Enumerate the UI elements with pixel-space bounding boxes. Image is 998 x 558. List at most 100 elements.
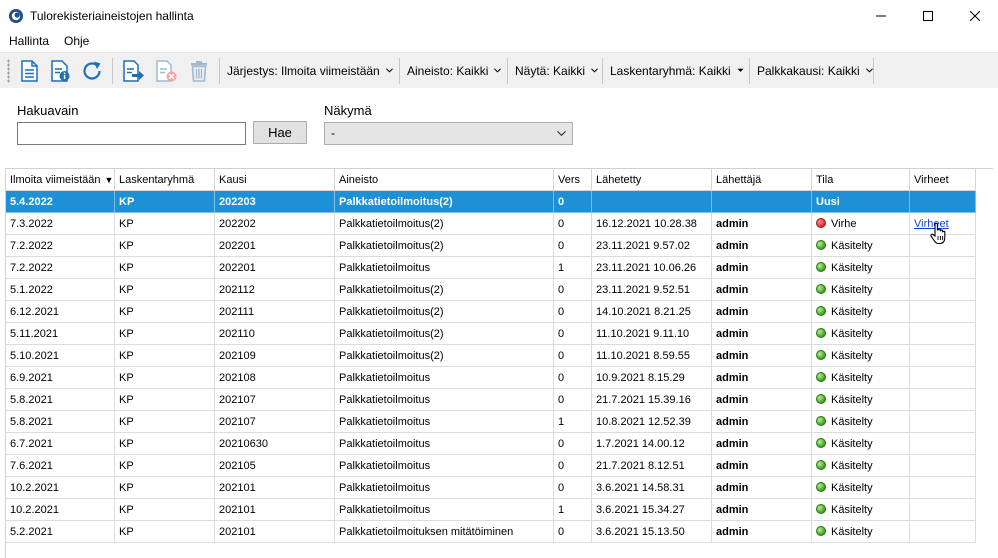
cell-material: Palkkatietoilmoitus: [335, 411, 554, 433]
cell-calculation-group: KP: [115, 191, 215, 213]
table-row[interactable]: 6.12.2021 KP 202111 Palkkatietoilmoitus(2) 0…: [6, 301, 976, 323]
cell-text: 202112: [219, 284, 255, 296]
cell-sender: admin: [712, 521, 812, 543]
cell-sent: 23.11.2021 9.57.02: [592, 235, 712, 257]
cell-text: Käsitelty: [831, 460, 873, 472]
pay-period-dropdown[interactable]: Palkkakausi: Kaikki: [757, 64, 873, 78]
cell-status: Käsitelty: [812, 367, 910, 389]
table-row[interactable]: 5.8.2021 KP 202107 Palkkatietoilmoitus 0 21.7…: [6, 389, 976, 411]
menu-hallinta[interactable]: Hallinta: [9, 34, 49, 48]
close-button[interactable]: [952, 0, 998, 32]
cell-text: 202201: [219, 240, 256, 252]
cell-sent: 23.11.2021 10.06.26: [592, 257, 712, 279]
cell-material: Palkkatietoilmoitus(2): [335, 279, 554, 301]
menu-ohje[interactable]: Ohje: [64, 34, 89, 48]
table-row[interactable]: 10.2.2021 KP 202101 Palkkatietoilmoitus 0 3.6…: [6, 477, 976, 499]
table-row[interactable]: 7.6.2021 KP 202105 Palkkatietoilmoitus 0 21.7…: [6, 455, 976, 477]
table-row[interactable]: 7.2.2022 KP 202201 Palkkatietoilmoitus(2) 0 2…: [6, 235, 976, 257]
header-col-due-date[interactable]: Ilmoita viimeistään ▼: [6, 169, 115, 191]
show-label: Näytä: Kaikki: [515, 64, 586, 78]
table-row[interactable]: 6.9.2021 KP 202108 Palkkatietoilmoitus 0 10.9…: [6, 367, 976, 389]
minimize-button[interactable]: [858, 0, 904, 32]
cell-text: 0: [558, 284, 565, 296]
export-document-icon[interactable]: [120, 58, 146, 84]
cell-text: admin: [716, 438, 749, 450]
search-input[interactable]: [17, 122, 246, 145]
cell-text: 5.4.2022: [10, 196, 53, 208]
cell-calculation-group: KP: [115, 345, 215, 367]
ok-status-icon: [816, 504, 826, 514]
material-dropdown[interactable]: Aineisto: Kaikki: [407, 64, 502, 78]
document-info-icon[interactable]: [47, 58, 73, 84]
cell-due-date: 7.2.2022: [6, 235, 115, 257]
cell-text: admin: [716, 240, 749, 252]
cell-text: Palkkatietoilmoitus: [339, 394, 431, 406]
cell-sent: 3.6.2021 14.58.31: [592, 477, 712, 499]
cell-text: Palkkatietoilmoitus: [339, 416, 431, 428]
cell-status: Käsitelty: [812, 433, 910, 455]
header-col-sent[interactable]: Lähetetty: [592, 169, 712, 191]
cell-version: 1: [554, 257, 592, 279]
table-row[interactable]: 7.3.2022 KP 202202 Palkkatietoilmoitus(2) 0 1…: [6, 213, 976, 235]
window-title: Tulorekisteriaineistojen hallinta: [30, 9, 194, 23]
table-row[interactable]: 5.10.2021 KP 202109 Palkkatietoilmoitus(2) 0…: [6, 345, 976, 367]
cell-text: 202101: [219, 482, 256, 494]
cell-text: 202108: [219, 372, 256, 384]
maximize-button[interactable]: [905, 0, 951, 32]
cell-period: 202201: [215, 235, 335, 257]
table-row[interactable]: 10.2.2021 KP 202101 Palkkatietoilmoitus 1 3.6…: [6, 499, 976, 521]
cell-text: 0: [558, 218, 565, 230]
cancel-document-icon[interactable]: [153, 58, 179, 84]
sort-order-dropdown[interactable]: Järjestys: Ilmoita viimeistään: [227, 64, 393, 78]
header-col-status[interactable]: Tila: [812, 169, 910, 191]
cell-sent: 3.6.2021 15.34.27: [592, 499, 712, 521]
table-row[interactable]: 5.11.2021 KP 202110 Palkkatietoilmoitus(2) 0…: [6, 323, 976, 345]
cell-status: Käsitelty: [812, 455, 910, 477]
cell-text: 7.2.2022: [10, 262, 53, 274]
table-row[interactable]: 5.2.2021 KP 202101 Palkkatietoilmoituksen m…: [6, 521, 976, 543]
table-row[interactable]: 6.7.2021 KP 20210630 Palkkatietoilmoitus 0 1.…: [6, 433, 976, 455]
search-button[interactable]: Hae: [253, 121, 307, 144]
cell-text: Palkkatietoilmoitus(2): [339, 284, 444, 296]
cell-period: 202112: [215, 279, 335, 301]
trash-icon[interactable]: [186, 58, 212, 84]
cell-text: KP: [119, 460, 134, 472]
table-row[interactable]: 5.4.2022 KP 202203 Palkkatietoilmoitus(2) 0 U…: [6, 191, 976, 213]
cell-status: Käsitelty: [812, 499, 910, 521]
header-label: Aineisto: [339, 174, 379, 186]
cell-calculation-group: KP: [115, 389, 215, 411]
chevron-down-icon: [737, 68, 744, 72]
table-row[interactable]: 5.1.2022 KP 202112 Palkkatietoilmoitus(2) 0 2…: [6, 279, 976, 301]
toolbar-grip[interactable]: [7, 59, 10, 83]
header-col-period[interactable]: Kausi: [215, 169, 335, 191]
show-dropdown[interactable]: Näytä: Kaikki: [515, 64, 598, 78]
cell-text: Käsitelty: [831, 416, 873, 428]
calculation-group-dropdown[interactable]: Laskentaryhmä: Kaikki: [610, 64, 744, 78]
cell-sent: 21.7.2021 8.12.51: [592, 455, 712, 477]
cell-text: Palkkatietoilmoitus: [339, 504, 431, 516]
toolbar-separator: [749, 58, 750, 84]
cell-text: KP: [119, 394, 134, 406]
new-document-icon[interactable]: [16, 58, 42, 84]
cell-text: 10.9.2021 8.15.29: [596, 372, 685, 384]
cell-text: Käsitelty: [831, 284, 873, 296]
table-row[interactable]: 7.2.2022 KP 202201 Palkkatietoilmoitus 1 23.1…: [6, 257, 976, 279]
refresh-icon[interactable]: [79, 58, 105, 84]
cell-text: Käsitelty: [831, 372, 873, 384]
cell-due-date: 5.8.2021: [6, 389, 115, 411]
cell-sender: admin: [712, 279, 812, 301]
header-col-errors[interactable]: Virheet: [910, 169, 976, 191]
header-col-sender[interactable]: Lähettäjä: [712, 169, 812, 191]
chevron-down-icon: [494, 68, 502, 73]
cell-text: 6.9.2021: [10, 372, 53, 384]
header-col-calculation-group[interactable]: Laskentaryhmä: [115, 169, 215, 191]
cell-text: 0: [558, 306, 565, 318]
cell-status: Käsitelty: [812, 521, 910, 543]
header-col-material[interactable]: Aineisto: [335, 169, 554, 191]
header-col-version[interactable]: Vers: [554, 169, 592, 191]
cell-text: Käsitelty: [831, 482, 873, 494]
cell-version: 0: [554, 323, 592, 345]
table-row[interactable]: 5.8.2021 KP 202107 Palkkatietoilmoitus 1 10.8…: [6, 411, 976, 433]
cell-text: 0: [558, 482, 565, 494]
view-select[interactable]: -: [324, 122, 573, 145]
